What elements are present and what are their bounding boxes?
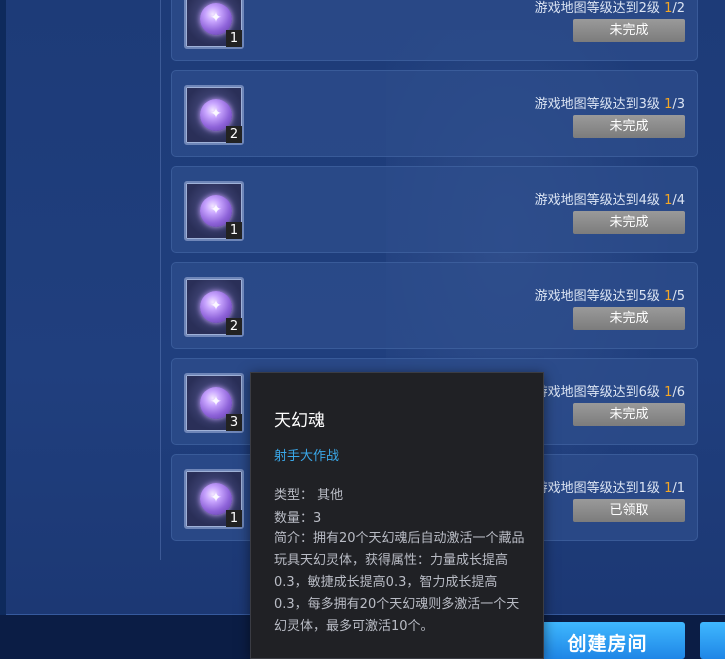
requirement-text: 游戏地图等级达到1级 xyxy=(534,481,660,496)
reward-card: ✦ 2 游戏地图等级达到3级 1/3 未完成 xyxy=(171,70,698,157)
requirement-text: 游戏地图等级达到2级 xyxy=(534,1,660,16)
star-icon: ✦ xyxy=(210,10,222,26)
claim-status-button[interactable]: 未完成 xyxy=(573,403,685,426)
progress-target: /5 xyxy=(672,289,685,304)
claim-status-button[interactable]: 未完成 xyxy=(573,19,685,42)
star-icon: ✦ xyxy=(210,202,222,218)
reward-requirement: 游戏地图等级达到6级 1/6 xyxy=(535,381,685,400)
item-quantity: 1 xyxy=(226,222,242,239)
tooltip-count: 数量：3 xyxy=(274,511,322,526)
requirement-text: 游戏地图等级达到5级 xyxy=(534,289,660,304)
star-icon: ✦ xyxy=(210,298,222,314)
reward-card: ✦ 1 游戏地图等级达到2级 1/2 未完成 xyxy=(171,0,698,61)
game-window: ✦ 1 游戏地图等级达到2级 1/2 未完成 ✦ 2 游戏地图等级达到3级 1/… xyxy=(0,0,725,659)
sidebar-divider xyxy=(160,0,161,560)
secondary-action-button[interactable] xyxy=(700,622,725,659)
reward-card: ✦ 1 游戏地图等级达到4级 1/4 未完成 xyxy=(171,166,698,253)
item-quantity: 2 xyxy=(226,126,242,143)
requirement-text: 游戏地图等级达到3级 xyxy=(534,97,660,112)
reward-requirement: 游戏地图等级达到5级 1/5 xyxy=(535,285,685,304)
reward-requirement: 游戏地图等级达到1级 1/1 xyxy=(535,477,685,496)
tooltip-description: 简介：拥有20个天幻魂后自动激活一个藏品玩具天幻灵体，获得属性：力量成长提高0.… xyxy=(274,531,525,634)
create-room-button[interactable]: 创建房间 xyxy=(530,622,685,659)
tooltip-type: 类型： 其他 xyxy=(274,488,344,503)
progress-target: /4 xyxy=(672,193,685,208)
reward-requirement: 游戏地图等级达到3级 1/3 xyxy=(535,93,685,112)
tooltip-source[interactable]: 射手大作战 xyxy=(274,445,339,464)
requirement-text: 游戏地图等级达到6级 xyxy=(534,385,660,400)
reward-requirement: 游戏地图等级达到2级 1/2 xyxy=(535,0,685,16)
item-slot[interactable]: ✦ 3 xyxy=(184,373,244,433)
star-icon: ✦ xyxy=(210,490,222,506)
item-slot[interactable]: ✦ 2 xyxy=(184,277,244,337)
item-slot[interactable]: ✦ 1 xyxy=(184,0,244,49)
progress-target: /3 xyxy=(672,97,685,112)
item-quantity: 1 xyxy=(226,30,242,47)
item-slot[interactable]: ✦ 1 xyxy=(184,469,244,529)
reward-card: ✦ 2 游戏地图等级达到5级 1/5 未完成 xyxy=(171,262,698,349)
item-slot[interactable]: ✦ 1 xyxy=(184,181,244,241)
reward-requirement: 游戏地图等级达到4级 1/4 xyxy=(535,189,685,208)
claim-status-button[interactable]: 未完成 xyxy=(573,307,685,330)
progress-target: /1 xyxy=(672,481,685,496)
item-slot[interactable]: ✦ 2 xyxy=(184,85,244,145)
item-tooltip: 天幻魂 射手大作战 类型： 其他 数量：3 简介：拥有20个天幻魂后自动激活一个… xyxy=(250,372,544,659)
claim-status-button[interactable]: 未完成 xyxy=(573,115,685,138)
star-icon: ✦ xyxy=(210,394,222,410)
item-quantity: 3 xyxy=(226,414,242,431)
progress-target: /2 xyxy=(672,1,685,16)
requirement-text: 游戏地图等级达到4级 xyxy=(534,193,660,208)
item-quantity: 2 xyxy=(226,318,242,335)
item-quantity: 1 xyxy=(226,510,242,527)
tooltip-title: 天幻魂 xyxy=(274,411,325,431)
progress-target: /6 xyxy=(672,385,685,400)
claim-status-button[interactable]: 未完成 xyxy=(573,211,685,234)
claim-status-button[interactable]: 已领取 xyxy=(573,499,685,522)
star-icon: ✦ xyxy=(210,106,222,122)
